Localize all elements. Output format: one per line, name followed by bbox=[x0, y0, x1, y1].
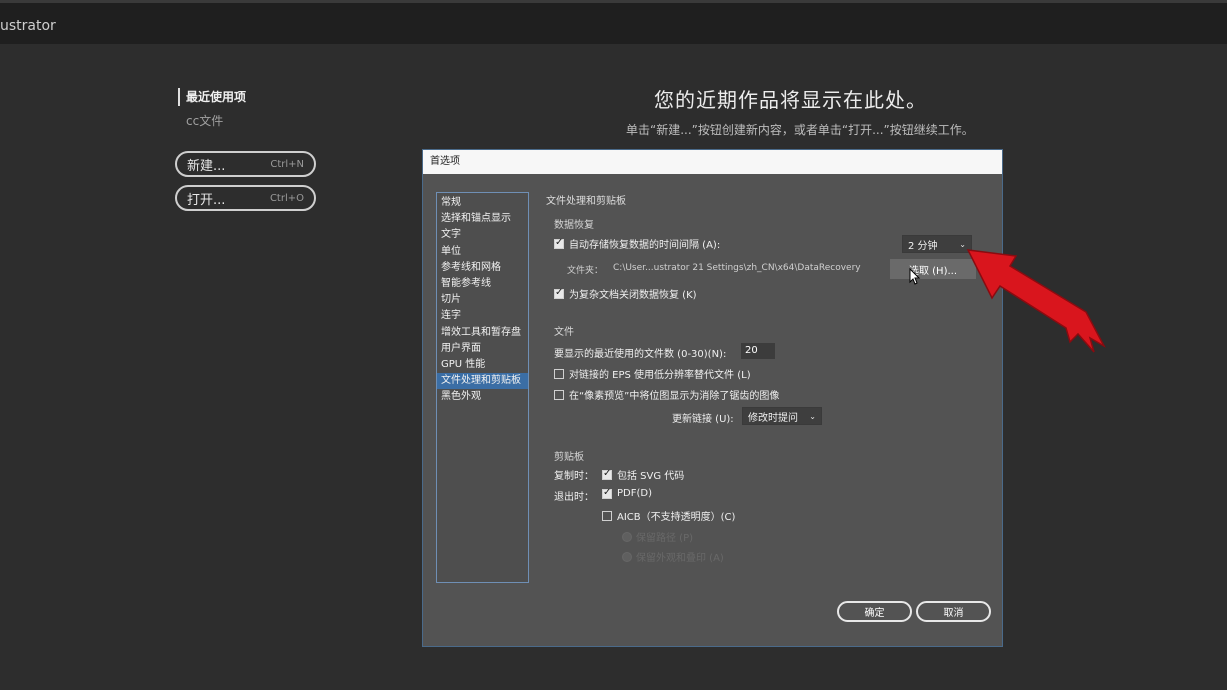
complex-doc-checkbox[interactable] bbox=[554, 287, 564, 299]
exit-label: 退出时： bbox=[554, 492, 594, 503]
nav-recent[interactable]: 最近使用项 bbox=[178, 88, 246, 106]
folder-label: 文件夹： bbox=[567, 266, 604, 276]
category-item[interactable]: 用户界面 bbox=[437, 341, 528, 357]
open-button-shortcut: Ctrl+O bbox=[269, 192, 304, 204]
category-item[interactable]: 常规 bbox=[437, 195, 528, 211]
chevron-down-icon: ⌄ bbox=[809, 411, 816, 421]
recovery-group-title: 数据恢复 bbox=[554, 220, 594, 231]
svg-row[interactable]: 包括 SVG 代码 bbox=[602, 467, 684, 482]
chevron-down-icon: ⌄ bbox=[959, 239, 966, 249]
interval-select[interactable]: 2 分钟 ⌄ bbox=[902, 235, 972, 253]
open-button[interactable]: 打开... Ctrl+O bbox=[175, 185, 316, 211]
ok-button[interactable]: 确定 bbox=[837, 601, 912, 622]
update-links-label: 更新链接 (U): bbox=[672, 414, 734, 425]
preferences-dialog: 首选项 常规 选择和锚点显示 文字 单位 参考线和网格 智能参考线 切片 连字 … bbox=[422, 149, 1003, 647]
pixel-preview-label: 在“像素预览”中将位图显示为消除了锯齿的图像 bbox=[569, 391, 780, 402]
exit-label-row: 退出时： bbox=[554, 488, 594, 503]
new-button-shortcut: Ctrl+N bbox=[270, 158, 304, 170]
recent-count-label: 要显示的最近使用的文件数 (0-30)(N): bbox=[554, 349, 727, 360]
recent-count-row: 要显示的最近使用的文件数 (0-30)(N): bbox=[554, 345, 726, 360]
folder-path: C:\User...ustrator 21 Settings\zh_CN\x64… bbox=[613, 263, 861, 273]
app-title-bar: ustrator bbox=[0, 0, 1227, 44]
radio-preserve-appearance[interactable] bbox=[622, 551, 632, 562]
eps-checkbox[interactable] bbox=[554, 368, 564, 379]
aicb-row[interactable]: AICB（不支持透明度）(C) bbox=[602, 508, 735, 523]
eps-row[interactable]: 对链接的 EPS 使用低分辨率替代文件 (L) bbox=[554, 366, 751, 381]
update-links-value: 修改时提问 bbox=[748, 412, 798, 424]
category-item[interactable]: 增效工具和暂存盘 bbox=[437, 325, 528, 341]
category-item[interactable]: 单位 bbox=[437, 244, 528, 260]
mouse-cursor-icon bbox=[909, 268, 921, 285]
hero-subtitle: 单击“新建...”按钮创建新内容，或者单击“打开...”按钮继续工作。 bbox=[626, 123, 974, 137]
category-item[interactable]: 参考线和网格 bbox=[437, 260, 528, 276]
category-item[interactable]: 选择和锚点显示 bbox=[437, 211, 528, 227]
aicb-label: AICB（不支持透明度）(C) bbox=[617, 512, 736, 523]
aicb-checkbox[interactable] bbox=[602, 510, 612, 521]
radio-preserve-paths[interactable] bbox=[622, 531, 632, 542]
pdf-checkbox[interactable] bbox=[602, 487, 612, 499]
panel-title: 文件处理和剪贴板 bbox=[546, 196, 626, 207]
nav-cc-files[interactable]: cc文件 bbox=[186, 112, 223, 130]
category-list: 常规 选择和锚点显示 文字 单位 参考线和网格 智能参考线 切片 连字 增效工具… bbox=[436, 192, 529, 583]
complex-doc-row[interactable]: 为复杂文档关闭数据恢复 (K) bbox=[554, 286, 697, 301]
pdf-row[interactable]: PDF(D) bbox=[602, 487, 652, 499]
new-button-label: 新建... bbox=[187, 158, 226, 174]
update-links-select[interactable]: 修改时提问 ⌄ bbox=[742, 407, 822, 425]
hero-title: 您的近期作品将显示在此处。 bbox=[654, 88, 927, 112]
radio-preserve-paths-row[interactable]: 保留路径 (P) bbox=[622, 529, 693, 544]
eps-label: 对链接的 EPS 使用低分辨率替代文件 (L) bbox=[569, 370, 751, 381]
complex-doc-label: 为复杂文档关闭数据恢复 (K) bbox=[569, 290, 697, 301]
autosave-label: 自动存储恢复数据的时间间隔 (A): bbox=[569, 240, 721, 251]
new-button[interactable]: 新建... Ctrl+N bbox=[175, 151, 316, 177]
category-item[interactable]: 智能参考线 bbox=[437, 276, 528, 292]
app-title: ustrator bbox=[0, 18, 56, 34]
radio-preserve-appearance-label: 保留外观和叠印 (A) bbox=[636, 553, 724, 564]
category-item[interactable]: GPU 性能 bbox=[437, 357, 528, 373]
open-button-label: 打开... bbox=[187, 192, 226, 208]
update-links-row: 更新链接 (U): bbox=[672, 410, 734, 425]
category-item[interactable]: 切片 bbox=[437, 292, 528, 308]
category-item[interactable]: 文字 bbox=[437, 227, 528, 243]
copy-label: 复制时： bbox=[554, 471, 594, 482]
recent-count-input[interactable]: 20 bbox=[741, 343, 775, 359]
category-item-selected[interactable]: 文件处理和剪贴板 bbox=[437, 373, 528, 390]
dialog-title: 首选项 bbox=[423, 150, 1002, 174]
category-item[interactable]: 连字 bbox=[437, 308, 528, 324]
svg-label: 包括 SVG 代码 bbox=[617, 471, 685, 482]
interval-value: 2 分钟 bbox=[908, 240, 938, 252]
category-item[interactable]: 黑色外观 bbox=[437, 389, 528, 405]
svg-checkbox[interactable] bbox=[602, 468, 612, 480]
clipboard-group-title: 剪贴板 bbox=[554, 452, 584, 463]
annotation-arrow-icon bbox=[966, 249, 1106, 353]
pixel-preview-checkbox[interactable] bbox=[554, 389, 564, 400]
pixel-preview-row[interactable]: 在“像素预览”中将位图显示为消除了锯齿的图像 bbox=[554, 387, 779, 402]
pdf-label: PDF(D) bbox=[617, 488, 652, 499]
radio-preserve-paths-label: 保留路径 (P) bbox=[636, 533, 694, 544]
autosave-row[interactable]: 自动存储恢复数据的时间间隔 (A): bbox=[554, 236, 720, 251]
autosave-checkbox[interactable] bbox=[554, 237, 564, 249]
radio-preserve-appearance-row[interactable]: 保留外观和叠印 (A) bbox=[622, 549, 724, 564]
copy-label-row: 复制时： bbox=[554, 467, 594, 482]
files-group-title: 文件 bbox=[554, 327, 574, 338]
choose-folder-button[interactable]: 选取 (H)... bbox=[890, 259, 976, 279]
cancel-button[interactable]: 取消 bbox=[916, 601, 991, 622]
